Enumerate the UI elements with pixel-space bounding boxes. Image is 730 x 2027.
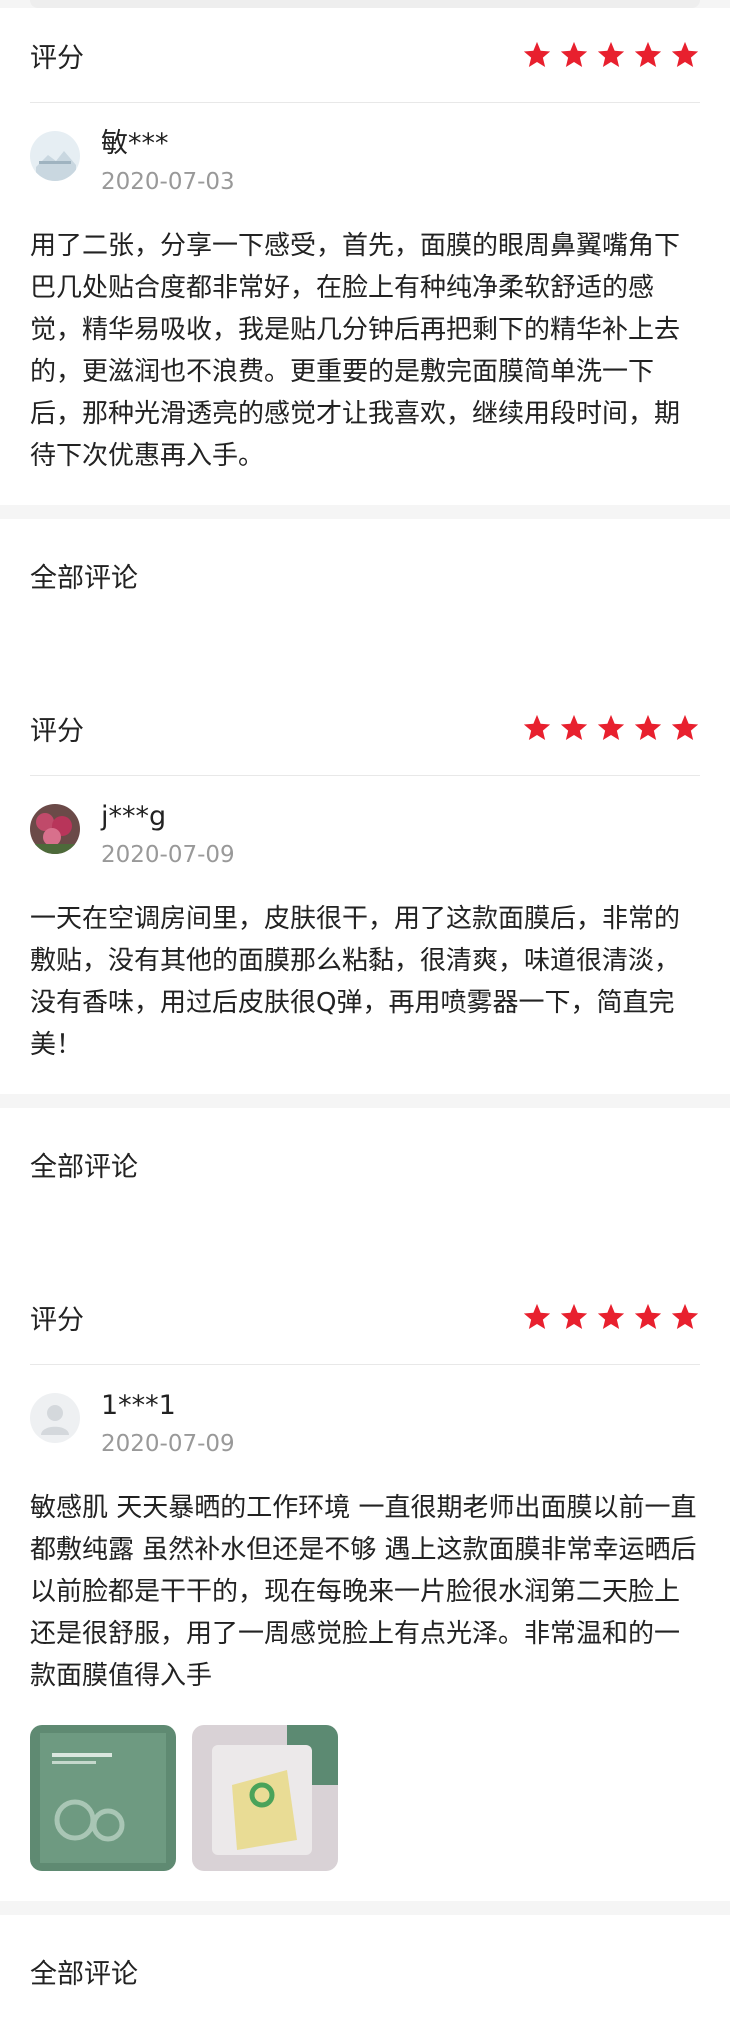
star-rating [522, 40, 700, 70]
star-rating [522, 1302, 700, 1332]
star-icon [523, 1303, 551, 1329]
reviewer-name: 敏*** [101, 128, 169, 159]
star-icon [671, 41, 699, 67]
review-date: 2020-07-03 [101, 169, 235, 195]
reviewer-name: j***g [101, 801, 167, 832]
star-icon [671, 714, 699, 740]
rating-label: 评分 [30, 1304, 84, 1336]
review-text: 一天在空调房间里，皮肤很干，用了这款面膜后，非常的敷贴，没有其他的面膜那么粘黏，… [30, 904, 681, 1060]
reviewer-info: j***g 2020-07-09 [30, 776, 700, 876]
all-comments-link[interactable]: 全部评论 [30, 519, 700, 631]
reviewer-name: 1***1 [101, 1390, 176, 1421]
star-icon [597, 41, 625, 67]
star-icon [523, 41, 551, 67]
star-icon [634, 1303, 662, 1329]
star-icon [560, 1303, 588, 1329]
avatar[interactable] [30, 131, 80, 181]
review-photos [30, 1725, 700, 1901]
review-text: 敏感肌 天天暴晒的工作环境 一直很期老师出面膜以前一直都敷纯露 虽然补水但还是不… [30, 1493, 697, 1691]
star-icon [634, 41, 662, 67]
star-icon [597, 1303, 625, 1329]
star-icon [634, 714, 662, 740]
star-icon [523, 714, 551, 740]
rating-row: 评分 [30, 1270, 700, 1365]
rating-label: 评分 [30, 42, 84, 74]
review-date: 2020-07-09 [101, 842, 235, 868]
star-icon [597, 714, 625, 740]
rating-row: 评分 [30, 8, 700, 103]
reviewer-info: 敏*** 2020-07-03 [30, 103, 700, 203]
star-rating [522, 713, 700, 743]
reviewer-info: 1***1 2020-07-09 [30, 1365, 700, 1465]
section-divider [0, 505, 730, 519]
all-comments-link[interactable]: 全部评论 [30, 1915, 700, 2027]
rating-row: 评分 [30, 681, 700, 776]
avatar[interactable] [30, 804, 80, 854]
review-card: 评分 敏*** 2020-07-03 用了二张，分享一下感受，首先，面膜的眼周鼻… [0, 8, 730, 505]
section-divider [0, 1901, 730, 1915]
rating-label: 评分 [30, 715, 84, 747]
section-divider [0, 1094, 730, 1108]
review-card: 评分 j***g 2020-07-09 一天在空调房间里，皮肤很干，用了这款面膜… [0, 681, 730, 1094]
review-card: 评分 1***1 2020-07-09 敏感肌 天天暴晒的工作环境 一直很期老师… [0, 1270, 730, 1901]
default-avatar-icon[interactable] [30, 1393, 80, 1443]
star-icon [671, 1303, 699, 1329]
all-comments-link[interactable]: 全部评论 [30, 1108, 700, 1220]
review-photo[interactable] [30, 1725, 176, 1871]
review-text: 用了二张，分享一下感受，首先，面膜的眼周鼻翼嘴角下巴几处贴合度都非常好，在脸上有… [30, 231, 681, 471]
review-photo[interactable] [192, 1725, 338, 1871]
star-icon [560, 714, 588, 740]
review-date: 2020-07-09 [101, 1431, 235, 1457]
top-card-stub [0, 0, 730, 8]
star-icon [560, 41, 588, 67]
